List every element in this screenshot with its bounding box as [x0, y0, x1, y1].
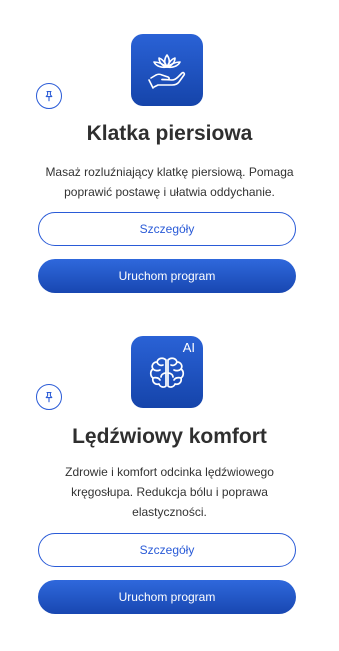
program-title: Lędźwiowy komfort — [72, 425, 267, 448]
program-title: Klatka piersiowa — [86, 122, 253, 145]
ai-badge: AI — [182, 340, 195, 355]
details-button[interactable]: Szczegóły — [38, 533, 296, 567]
start-program-button[interactable]: Uruchom program — [38, 259, 296, 293]
pin-button[interactable] — [36, 83, 62, 109]
details-button[interactable]: Szczegóły — [38, 212, 296, 246]
program-description: Zdrowie i komfort odcinka lędźwiowego kr… — [65, 465, 274, 519]
start-program-button[interactable]: Uruchom program — [38, 580, 296, 614]
pin-button[interactable] — [36, 384, 62, 410]
lotus-hand-icon — [144, 47, 190, 93]
program-tile — [131, 34, 203, 106]
program-description: Masaż rozluźniający klatkę piersiową. Po… — [45, 165, 294, 199]
brain-icon — [144, 349, 190, 395]
pin-icon — [43, 391, 55, 403]
pin-icon — [43, 90, 55, 102]
program-tile: AI — [131, 336, 203, 408]
